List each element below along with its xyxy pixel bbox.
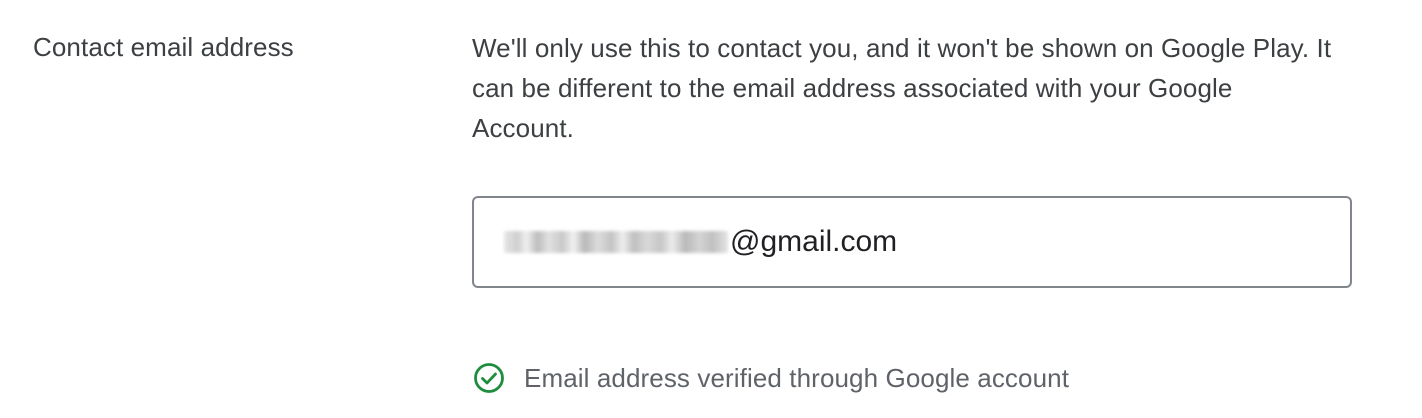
- email-input[interactable]: @gmail.com: [472, 196, 1352, 288]
- email-domain: @gmail.com: [730, 225, 898, 258]
- field-description: We'll only use this to contact you, and …: [472, 33, 1332, 143]
- obscured-email-local-part: [504, 231, 728, 253]
- field-label: Contact email address: [33, 32, 294, 62]
- verification-status: Email address verified through Google ac…: [472, 358, 1069, 398]
- check-circle-icon: [472, 361, 506, 395]
- field-content: We'll only use this to contact you, and …: [472, 28, 1352, 393]
- contact-email-section: Contact email address We'll only use thi…: [0, 0, 1422, 418]
- email-value: @gmail.com: [504, 224, 897, 260]
- verification-text: Email address verified through Google ac…: [524, 362, 1070, 393]
